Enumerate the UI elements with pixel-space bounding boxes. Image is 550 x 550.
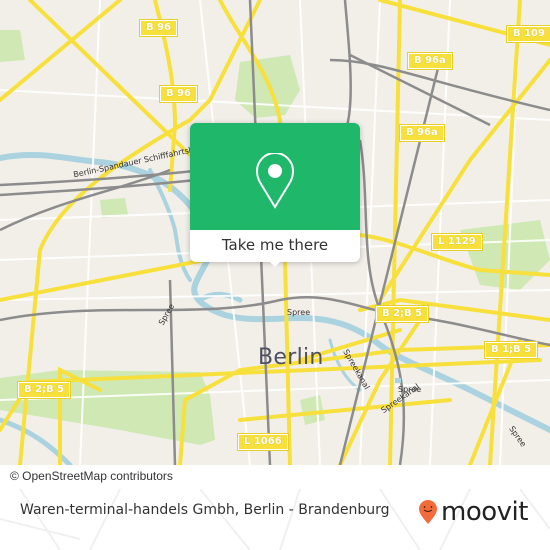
road-label-b109: B 109 xyxy=(506,25,550,43)
road-label-b2-b5: B 2;B 5 xyxy=(16,381,72,399)
place-title: Waren-terminal-handels Gmbh, Berlin - Br… xyxy=(20,502,390,518)
moovit-logo[interactable]: moovit xyxy=(418,497,528,527)
moovit-wordmark: moovit xyxy=(441,497,528,527)
location-popup: Take me there xyxy=(190,123,360,267)
road-label-b96a: B 96a xyxy=(407,52,453,70)
road-label-b1-b5: B 1;B 5 xyxy=(483,341,539,359)
water-label-spree: Spree xyxy=(287,308,311,317)
road-label-b96: B 96 xyxy=(138,19,179,37)
road-label-b96: B 96 xyxy=(158,85,199,103)
take-me-there-button[interactable]: Take me there xyxy=(190,230,360,262)
park-small-1 xyxy=(300,395,325,425)
pond xyxy=(395,378,401,383)
moovit-smiley-pin-icon xyxy=(419,500,437,524)
park-nw xyxy=(0,30,25,62)
water-label-spree: Spree xyxy=(398,385,422,394)
road-label-b96a: B 96a xyxy=(399,124,445,142)
map-view[interactable]: B 96 B 96 B 109 B 96a B 96a L 1129 B 2;B… xyxy=(0,0,550,465)
road-label-l1066: L 1066 xyxy=(237,433,289,451)
footer-bar: Waren-terminal-handels Gmbh, Berlin - Br… xyxy=(0,489,550,550)
map-attribution[interactable]: © OpenStreetMap contributors xyxy=(0,466,214,489)
road-label-l1129: L 1129 xyxy=(431,233,483,251)
popup-header xyxy=(190,123,360,230)
city-label: Berlin xyxy=(258,345,324,370)
map-pin-icon xyxy=(256,153,294,209)
road-label-b2-b5: B 2;B 5 xyxy=(374,305,430,323)
popup-pointer xyxy=(268,260,282,267)
